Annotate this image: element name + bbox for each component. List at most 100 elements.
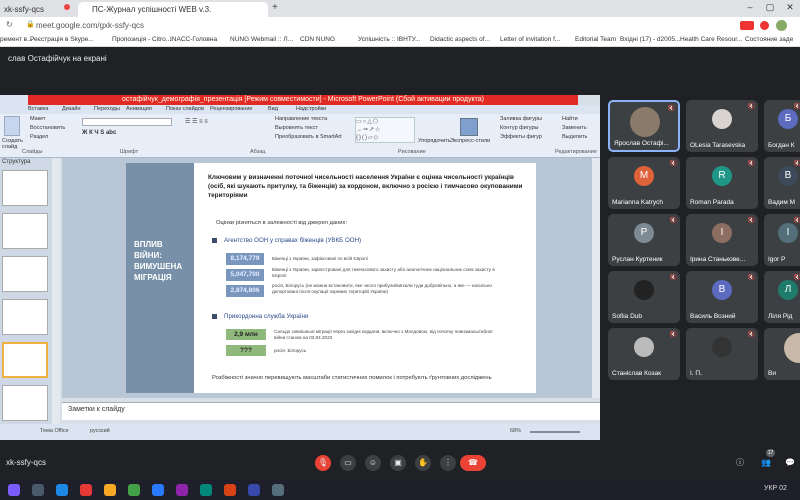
text-direction-button[interactable]: Направление текста <box>275 116 327 122</box>
quick-styles-icon[interactable] <box>460 118 478 136</box>
shape-fill-button[interactable]: Заливка фигуры <box>500 116 542 122</box>
participant-tile[interactable]: І Ірина Станькове... 🔇 <box>686 214 758 266</box>
slide-thumbnail[interactable] <box>2 170 48 206</box>
zoom-level[interactable]: 68% <box>510 428 521 434</box>
chrome-icon[interactable] <box>128 484 140 496</box>
find-button[interactable]: Найти <box>562 116 578 122</box>
reset-button[interactable]: Восстановить <box>30 125 65 131</box>
chat-icon[interactable]: 💬 <box>782 455 798 471</box>
ribbon-tab[interactable]: Анимация <box>126 106 152 112</box>
extension-icon[interactable] <box>760 21 769 30</box>
people-icon[interactable]: 👥 <box>758 455 774 471</box>
participant-tile[interactable]: Р Руслан Куртеник 🔇 <box>608 214 680 266</box>
participant-tile[interactable]: M Marianna Katrych 🔇 <box>608 157 680 209</box>
taskbar-app-icon[interactable] <box>248 484 260 496</box>
taskbar-app-icon[interactable] <box>272 484 284 496</box>
bookmark-item[interactable]: Вхідні (17) - d2005... <box>620 36 680 43</box>
raise-hand-icon[interactable]: ✋ <box>415 455 431 471</box>
align-text-button[interactable]: Выровнять текст <box>275 125 318 131</box>
paragraph-list-buttons[interactable]: ☰ ☰ ≡ ≡ <box>185 118 208 125</box>
bookmark-item[interactable]: NUNG Webmail :: Л... <box>230 36 293 43</box>
taskbar-app-icon[interactable] <box>152 484 164 496</box>
new-tab-icon[interactable]: + <box>272 2 278 13</box>
bookmark-item[interactable]: Пропозиція - Citro... <box>112 36 171 43</box>
powerpoint-icon[interactable] <box>224 484 236 496</box>
participant-tile[interactable]: R Roman Parada 🔇 <box>686 157 758 209</box>
emoji-icon[interactable]: ☺ <box>365 455 381 471</box>
camera-icon[interactable]: ▭ <box>340 455 356 471</box>
smartart-button[interactable]: Преобразовать в SmartArt <box>275 134 342 140</box>
font-format-buttons[interactable]: Ж К Ч S abc <box>82 130 116 136</box>
ribbon-tab[interactable]: Вид <box>268 106 278 112</box>
windows-start-icon[interactable] <box>8 484 20 496</box>
slide-thumbnail-selected[interactable] <box>2 342 48 378</box>
ribbon-tab[interactable]: Вставка <box>28 106 48 112</box>
slide-thumbnail[interactable] <box>2 256 48 292</box>
more-options-icon[interactable]: ⋮ <box>440 455 456 471</box>
shapes-gallery[interactable]: ▭○△⬠ →⇒↗☆ {}()▱◇ <box>355 117 415 143</box>
minimize-icon[interactable]: – <box>740 0 760 14</box>
maximize-icon[interactable]: ▢ <box>760 0 780 14</box>
slide-scrollbar[interactable] <box>592 158 600 398</box>
participant-tile[interactable]: Б Богдан К 🔇 <box>764 100 800 152</box>
section-button[interactable]: Раздел <box>30 134 48 140</box>
participant-tile[interactable]: I Igor P 🔇 <box>764 214 800 266</box>
ribbon-tab[interactable]: Дизайн <box>62 106 81 112</box>
browser-tab-journal[interactable]: ПС-Журнал успішності WEB v.3. <box>78 2 268 17</box>
zoom-slider[interactable] <box>530 431 580 433</box>
ribbon-tab[interactable]: Рецензирование <box>210 106 252 112</box>
folder-icon[interactable] <box>104 484 116 496</box>
quick-styles-button[interactable]: Экспресс-стили <box>450 138 490 144</box>
info-icon[interactable]: ⓘ <box>732 455 748 471</box>
bookmark-item[interactable]: INACC-Головна <box>170 36 217 43</box>
current-slide[interactable]: ВПЛИВ ВІЙНИ: ВИМУШЕНА МІГРАЦІЯ Ключовим … <box>126 163 536 393</box>
select-button[interactable]: Выделить <box>562 134 587 140</box>
participant-tile[interactable]: В Вадим М 🔇 <box>764 157 800 209</box>
participant-tile[interactable]: Ви <box>764 328 800 380</box>
search-icon[interactable] <box>32 484 44 496</box>
taskbar-app-icon[interactable] <box>200 484 212 496</box>
bookmark-item[interactable]: Didactic aspects of... <box>430 36 490 43</box>
slide-thumbnail[interactable] <box>2 213 48 249</box>
reload-icon[interactable]: ↻ <box>6 20 13 29</box>
ribbon-tab[interactable]: Переходы <box>94 106 120 112</box>
slide-thumbnail[interactable] <box>2 299 48 335</box>
participant-tile[interactable]: І. П. 🔇 <box>686 328 758 380</box>
notes-pane[interactable]: Заметки к слайду <box>62 402 600 420</box>
participant-tile[interactable]: В Василь Возний 🔇 <box>686 271 758 323</box>
bookmark-item[interactable]: Letter of invitation f... <box>500 36 560 43</box>
ribbon-tab[interactable]: Надстройки <box>296 106 326 112</box>
participant-tile[interactable]: OLesia Tarasevska 🔇 <box>686 100 758 152</box>
system-tray[interactable]: УКР 02 <box>764 485 787 492</box>
slide-thumbnail[interactable] <box>2 385 48 421</box>
bookmark-item[interactable]: Editorial Team <box>575 36 616 43</box>
taskbar-app-icon[interactable] <box>80 484 92 496</box>
edge-icon[interactable] <box>56 484 68 496</box>
arrange-button[interactable]: Упорядочить <box>418 138 451 144</box>
bookmark-item[interactable]: ремент в... <box>0 36 33 43</box>
pane-scrollbar[interactable] <box>52 158 60 428</box>
browser-tab-meet[interactable]: xk-ssfy-qcs <box>0 2 72 17</box>
mic-off-icon[interactable]: 🎙 <box>315 455 331 471</box>
bookmark-item[interactable]: Состояние заде <box>745 36 793 43</box>
close-icon[interactable]: ✕ <box>780 0 800 14</box>
shape-outline-button[interactable]: Контур фигуры <box>500 125 538 131</box>
bookmark-item[interactable]: Реєстрація в Skype... <box>30 36 94 43</box>
present-icon[interactable]: ▣ <box>390 455 406 471</box>
layout-button[interactable]: Макет <box>30 116 46 122</box>
font-name-field[interactable] <box>82 118 172 126</box>
address-bar[interactable]: ↻ 🔒 meet.google.com/gxk-ssfy-qcs <box>0 17 800 34</box>
bookmark-item[interactable]: CDN NUNG <box>300 36 335 43</box>
bookmark-item[interactable]: Успішність :: ІВНТУ... <box>358 36 420 43</box>
participant-tile[interactable]: Л Ліля Рід 🔇 <box>764 271 800 323</box>
end-call-button[interactable]: ☎ <box>460 455 486 471</box>
participant-tile[interactable]: Ярослав Остафі... 🔇 <box>608 100 680 152</box>
outline-tab[interactable]: Структура <box>2 159 30 165</box>
profile-avatar[interactable] <box>776 20 787 31</box>
bookmark-item[interactable]: Health Care Resour... <box>680 36 743 43</box>
ribbon-tab[interactable]: Показ слайдов <box>166 106 204 112</box>
taskbar-app-icon[interactable] <box>176 484 188 496</box>
extension-icon[interactable] <box>740 21 754 30</box>
shape-effects-button[interactable]: Эффекты фигур <box>500 134 542 140</box>
participant-tile[interactable]: Sofiia Dub 🔇 <box>608 271 680 323</box>
